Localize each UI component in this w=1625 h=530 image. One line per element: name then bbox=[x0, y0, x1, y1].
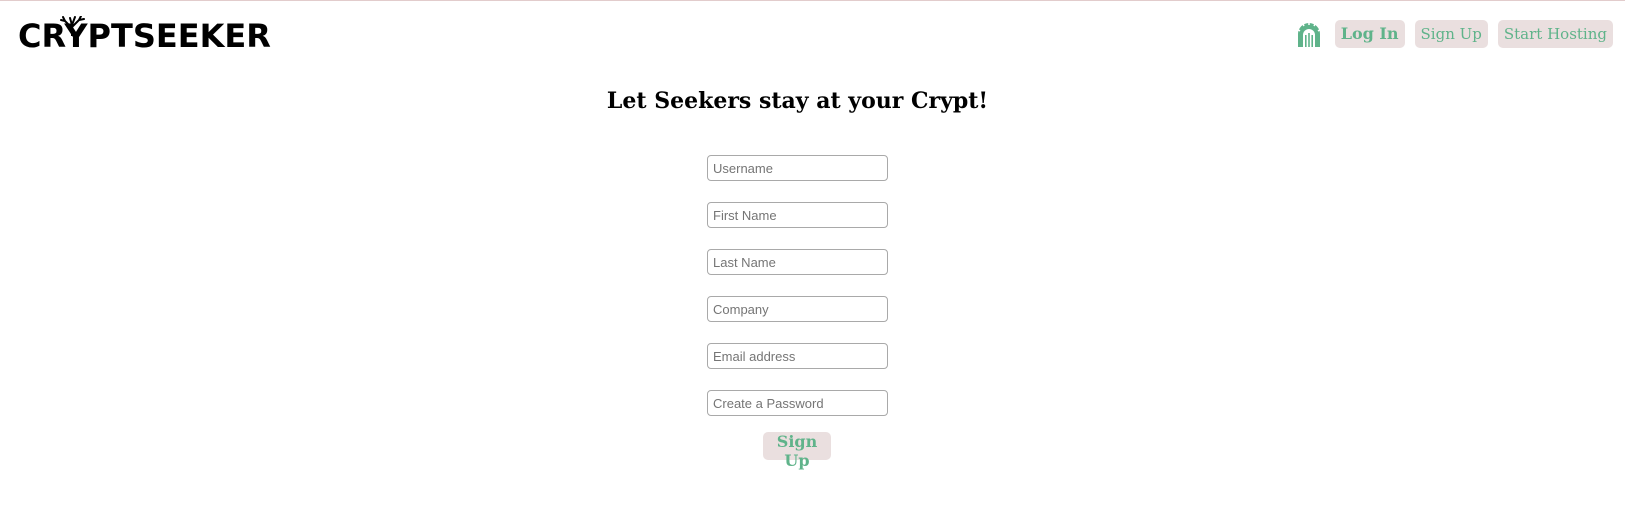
host-signup-form bbox=[707, 155, 888, 437]
email-input[interactable] bbox=[707, 343, 888, 369]
start-hosting-button[interactable]: Start Hosting bbox=[1497, 20, 1613, 48]
company-input[interactable] bbox=[707, 296, 888, 322]
page-title: Let Seekers stay at your Crypt! bbox=[606, 88, 989, 114]
signup-nav-button[interactable]: Sign Up bbox=[1414, 20, 1488, 48]
header: CRYPTSEEKER Log In Sign Up Start Hosting bbox=[0, 0, 1625, 70]
last-name-input[interactable] bbox=[707, 249, 888, 275]
password-input[interactable] bbox=[707, 390, 888, 416]
dead-tree-icon bbox=[60, 16, 85, 36]
header-nav: Log In Sign Up Start Hosting bbox=[1295, 20, 1613, 48]
logo[interactable]: CRYPTSEEKER bbox=[18, 16, 271, 56]
login-button[interactable]: Log In bbox=[1334, 20, 1405, 48]
username-input[interactable] bbox=[707, 155, 888, 181]
first-name-input[interactable] bbox=[707, 202, 888, 228]
crypt-gate-icon[interactable] bbox=[1295, 20, 1323, 48]
signup-submit-button[interactable]: Sign Up bbox=[763, 432, 831, 470]
